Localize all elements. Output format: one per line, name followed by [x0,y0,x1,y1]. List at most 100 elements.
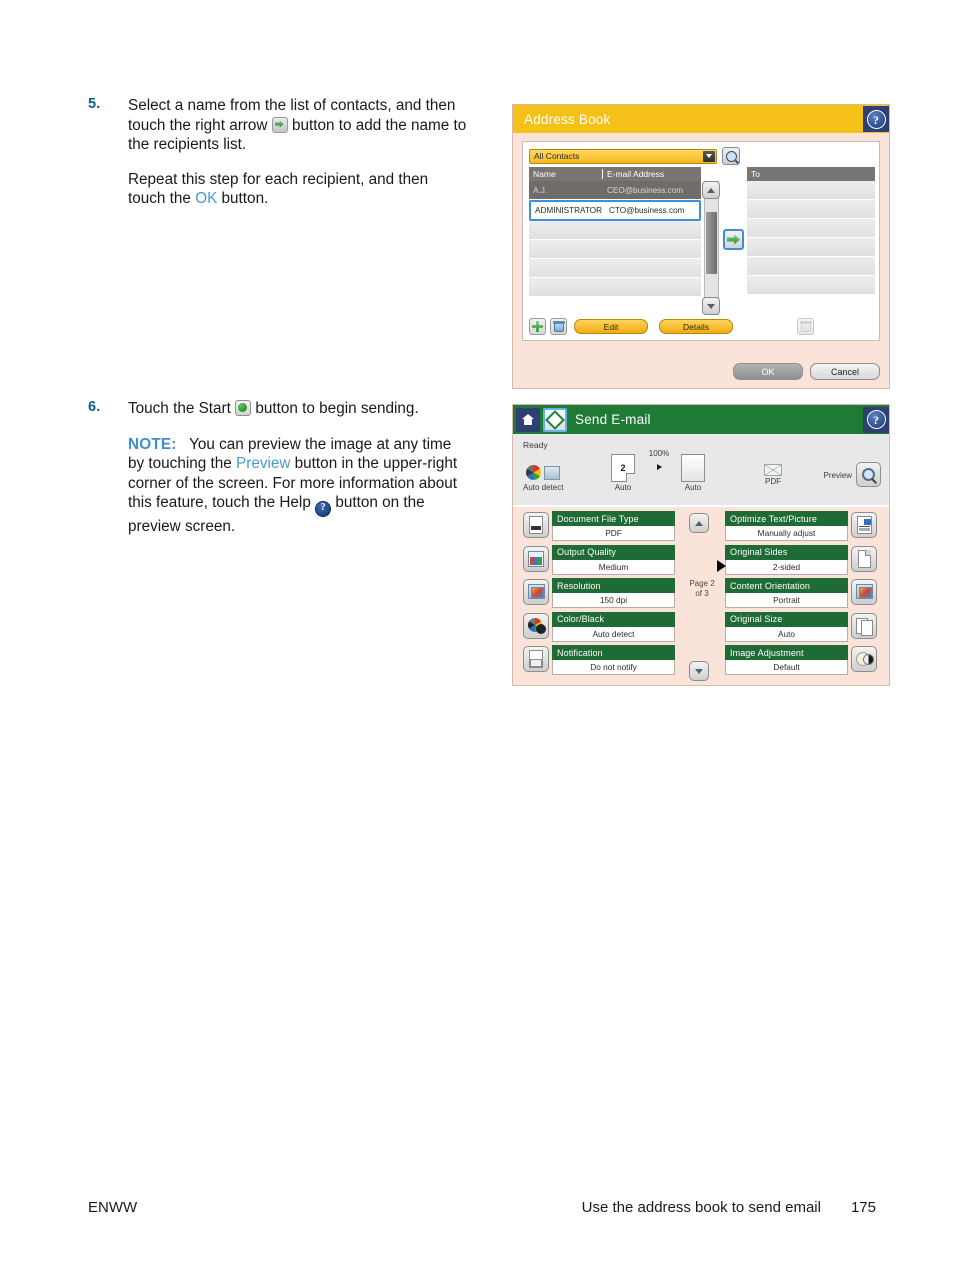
help-icon: ? [315,501,332,518]
footer-page-number: 175 [850,1199,876,1216]
file-type-status[interactable]: PDF [753,464,793,486]
scroll-up-button[interactable] [702,181,720,199]
start-button[interactable] [543,407,567,432]
recipients-header-row: To [747,167,875,181]
color-detect-status[interactable]: Auto detect [523,464,563,492]
table-row[interactable]: A.J. CEO@business.com [529,181,701,200]
color-wheel-icon [526,465,542,481]
home-button[interactable] [516,407,540,432]
right-arrow-icon [271,116,288,133]
ok-button[interactable]: OK [733,363,803,380]
settings-scroll-up-button[interactable] [689,513,709,533]
setting-image-adjustment[interactable]: Image Adjustment Default [725,645,877,675]
chevron-down-icon [695,668,703,674]
setting-label: Document File Type [552,511,675,526]
setting-value: Auto [725,626,848,642]
remove-recipient-button[interactable] [797,318,814,335]
callout-pointer-icon [717,559,726,572]
address-book-title: Address Book [524,111,611,127]
list-item[interactable] [747,257,875,276]
preview-control[interactable]: Preview [824,462,881,487]
edit-button[interactable]: Edit [574,319,648,334]
list-item[interactable] [747,219,875,238]
original-sides-status[interactable]: 2 Auto [603,454,643,492]
instruction-steps: 5. Select a name from the list of contac… [88,96,468,537]
list-item[interactable] [747,200,875,219]
preview-button[interactable] [856,462,881,487]
contacts-filter-value: All Contacts [534,151,580,161]
setting-document-file-type[interactable]: Document File Type PDF [523,511,675,541]
color-black-icon [523,612,549,639]
step-6-text-b: button to begin sending. [251,400,419,417]
scrollbar-track[interactable] [704,181,719,315]
output-sheet-icon [681,454,705,482]
send-email-help-button[interactable]: ? [863,406,889,433]
list-item[interactable] [747,276,875,295]
column-header-name: Name [529,169,603,179]
table-row[interactable] [529,278,701,297]
step-6-note: NOTE: You can preview the image at any t… [128,435,468,537]
address-book-toolbar: Edit Details [529,318,875,335]
table-row[interactable]: ADMINISTRATOR CTO@business.com [529,200,701,221]
setting-output-quality[interactable]: Output Quality Medium [523,544,675,575]
contact-email: CTO@business.com [609,206,685,215]
setting-value: 2-sided [725,559,848,575]
list-item[interactable] [747,181,875,200]
setting-original-sides[interactable]: Original Sides 2-sided [717,544,877,575]
settings-scroll-down-button[interactable] [689,661,709,681]
setting-label: Original Sides [725,544,848,560]
address-book-footer: OK Cancel [733,363,880,380]
right-arrow-icon [727,234,740,245]
scrollbar-thumb[interactable] [706,212,717,274]
setting-label: Notification [552,645,675,660]
setting-notification[interactable]: Notification Do not notify [523,645,675,675]
list-item[interactable] [747,238,875,257]
search-button[interactable] [722,147,740,165]
document-file-type-icon [523,512,549,538]
table-row[interactable] [529,221,701,240]
page-footer: ENWW Use the address book to send email … [88,1199,876,1216]
page-indicator-line2: of 3 [695,589,709,598]
original-sides-icon [851,545,877,572]
setting-label: Image Adjustment [725,645,848,660]
contacts-scrollbar[interactable] [701,167,721,315]
setting-content-orientation[interactable]: Content Orientation Portrait [725,578,877,608]
preview-link: Preview [236,455,291,473]
setting-color-black[interactable]: Color/Black Auto detect [523,611,675,642]
contacts-list: Name E-mail Address A.J. CEO@business.co… [529,167,701,315]
add-contact-button[interactable] [529,318,546,335]
page-indicator: Page 2 of 3 [681,579,723,599]
output-status[interactable]: Auto [673,454,713,492]
step-5: 5. Select a name from the list of contac… [88,96,468,214]
details-button[interactable]: Details [659,319,733,334]
send-email-title-bar: Send E-mail ? [513,405,889,434]
step-5-paragraph-1: Select a name from the list of contacts,… [128,96,468,155]
cancel-button[interactable]: Cancel [810,363,880,380]
recipients-list: To [747,167,875,315]
trash-icon [552,321,565,332]
page-indicator-line1: Page 2 [689,579,715,588]
setting-original-size[interactable]: Original Size Auto [725,611,877,642]
delete-contact-button[interactable] [550,318,567,335]
scroll-down-button[interactable] [702,297,720,315]
help-icon: ? [866,109,886,129]
setting-resolution[interactable]: Resolution 150 dpi [523,578,675,608]
address-book-title-bar: Address Book ? [513,105,889,133]
setting-value: Do not notify [552,660,675,675]
contact-name: A.J. [533,185,548,195]
step-5-text-d: button. [217,190,269,208]
home-icon [521,414,535,425]
step-5-number: 5. [88,96,101,112]
contact-email: CEO@business.com [607,185,684,195]
setting-value: Medium [552,559,675,575]
chevron-down-icon[interactable] [703,150,715,162]
preview-label: Preview [823,470,852,480]
address-book-help-button[interactable]: ? [863,106,889,132]
setting-optimize-text-picture[interactable]: Optimize Text/Picture Manually adjust [725,511,877,541]
chevron-up-icon [707,187,715,193]
output-quality-icon [523,545,549,572]
table-row[interactable] [529,240,701,259]
add-to-recipients-button[interactable] [723,229,744,250]
contacts-filter-select[interactable]: All Contacts [529,148,717,164]
table-row[interactable] [529,259,701,278]
